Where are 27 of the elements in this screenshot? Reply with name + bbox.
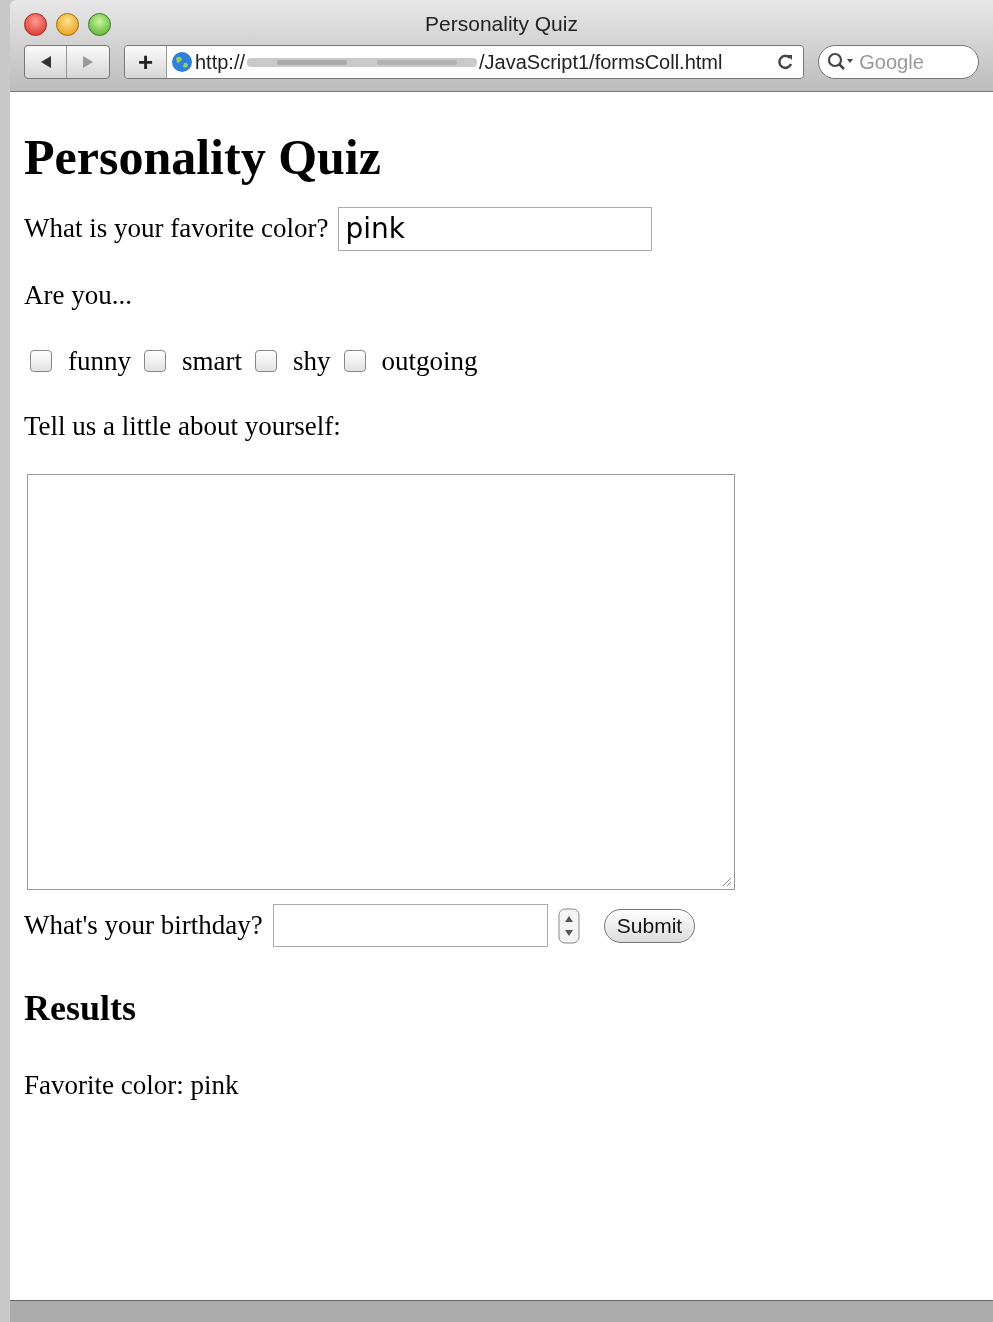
page-heading: Personality Quiz [24, 128, 382, 187]
checkbox[interactable] [255, 350, 277, 373]
checkbox[interactable] [30, 350, 52, 373]
question-label: What is your favorite color? [24, 212, 329, 246]
checkbox-label: outgoing [381, 345, 478, 378]
checkbox-label: shy [293, 345, 331, 378]
stepper-icon[interactable] [557, 907, 580, 944]
result-text: Favorite color: pink [24, 1069, 240, 1102]
close-icon[interactable] [24, 13, 47, 36]
window-title: Personality Quiz [425, 11, 578, 38]
minimize-icon[interactable] [56, 13, 79, 36]
zoom-icon[interactable] [88, 13, 111, 36]
birthday-input[interactable] [272, 904, 548, 947]
question-label: Tell us a little about yourself: [24, 409, 342, 443]
submit-button[interactable]: Submit [603, 908, 696, 943]
checkbox[interactable] [144, 350, 166, 373]
color-input[interactable]: pink [338, 206, 653, 251]
search-placeholder: Google [859, 50, 924, 75]
question-label: Are you... [24, 278, 133, 312]
forward-icon [81, 55, 95, 69]
search-icon [827, 52, 856, 72]
checkbox-label: funny [68, 345, 131, 378]
question-label: What's your birthday? [24, 909, 263, 943]
checkbox-label: smart [182, 345, 242, 378]
checkbox[interactable] [343, 350, 366, 373]
resize-handle-icon[interactable] [720, 875, 732, 887]
results-heading: Results [24, 987, 137, 1030]
